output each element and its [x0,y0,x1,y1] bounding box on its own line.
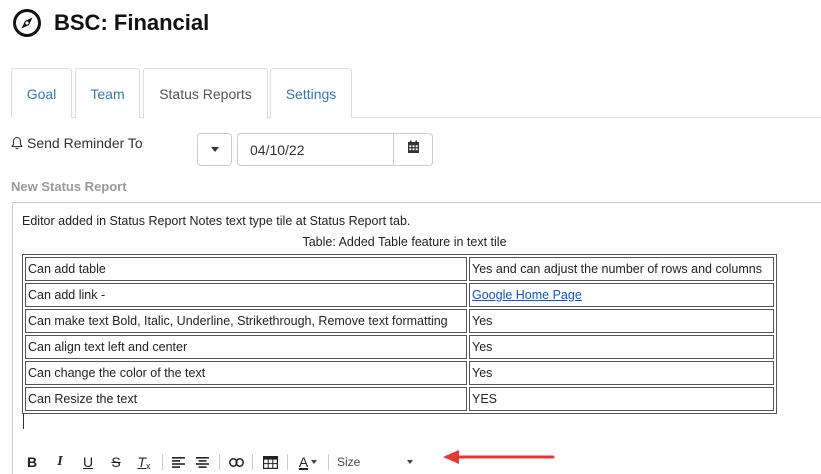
table-cell[interactable]: Can change the color of the text [25,361,467,385]
send-reminder-text: Send Reminder To [27,135,143,151]
table-cell[interactable]: Yes [469,361,774,385]
table-cell[interactable]: Can add table [25,257,467,281]
page-header: BSC: Financial [12,8,209,38]
align-left-button[interactable] [167,450,189,474]
table-cell[interactable]: Yes and can adjust the number of rows an… [469,257,774,281]
table-cell[interactable]: Can align text left and center [25,335,467,359]
underline-button[interactable]: U [74,450,102,474]
font-size-select[interactable]: Size [333,450,419,474]
google-home-page-link[interactable]: Google Home Page [472,288,582,302]
italic-button[interactable]: I [46,450,74,474]
text-color-glyph: A [298,454,309,470]
reminder-date-input[interactable] [237,133,394,166]
caret-down-icon [210,147,219,152]
align-left-icon [171,456,185,468]
bell-icon [11,136,23,150]
toolbar-divider [287,454,288,470]
toolbar-divider [328,454,329,470]
table-cell[interactable]: Yes [469,309,774,333]
link-icon [228,457,244,467]
caret-down-icon [407,460,413,464]
tab-goal[interactable]: Goal [11,68,72,118]
table-cell[interactable]: Yes [469,335,774,359]
table-row: Can align text left and center Yes [25,335,774,359]
text-cursor [23,414,24,429]
table-row: Can change the color of the text Yes [25,361,774,385]
tab-team[interactable]: Team [75,68,140,118]
tab-status-reports[interactable]: Status Reports [143,68,268,119]
table-cell[interactable]: Google Home Page [469,283,774,307]
align-center-icon [195,456,209,468]
insert-table-button[interactable] [257,450,283,474]
annotation-arrow-icon [443,450,555,464]
table-icon [262,455,278,469]
clear-format-sub-glyph: x [146,461,151,471]
page-title: BSC: Financial [54,10,210,35]
align-center-button[interactable] [189,450,215,474]
text-color-button[interactable]: A [292,450,324,474]
clear-formatting-button[interactable]: Tx [130,450,158,474]
table-cell[interactable]: YES [469,387,774,411]
font-size-label: Size [337,455,361,469]
toolbar-divider [219,454,220,470]
toolbar-divider [162,454,163,470]
insert-link-button[interactable] [224,450,248,474]
table-row: Can make text Bold, Italic, Underline, S… [25,309,774,333]
caret-down-icon [311,460,318,464]
calendar-icon [407,140,420,159]
table-caption: Table: Added Table feature in text tile [302,235,507,249]
editor-intro-text: Editor added in Status Report Notes text… [22,214,411,228]
calendar-button[interactable] [393,133,433,166]
table-cell[interactable]: Can Resize the text [25,387,467,411]
compass-icon [12,8,42,38]
table-row: Can add table Yes and can adjust the num… [25,257,774,281]
table-cell[interactable]: Can make text Bold, Italic, Underline, S… [25,309,467,333]
table-row: Can Resize the text YES [25,387,774,411]
bold-button[interactable]: B [18,450,46,474]
rich-text-editor[interactable]: Editor added in Status Report Notes text… [12,202,821,474]
new-status-report-heading: New Status Report [11,179,127,194]
tab-bar: Goal Team Status Reports Settings [11,68,821,119]
editor-toolbar: B I U S Tx A Size [18,450,419,474]
recipient-dropdown-button[interactable] [197,133,232,166]
strikethrough-button[interactable]: S [102,450,130,474]
send-reminder-label: Send Reminder To [11,135,143,151]
editor-table[interactable]: Can add table Yes and can adjust the num… [22,254,777,414]
tab-settings[interactable]: Settings [270,68,352,118]
table-row: Can add link - Google Home Page [25,283,774,307]
table-cell[interactable]: Can add link - [25,283,467,307]
clear-format-glyph: T [137,454,147,470]
toolbar-divider [252,454,253,470]
